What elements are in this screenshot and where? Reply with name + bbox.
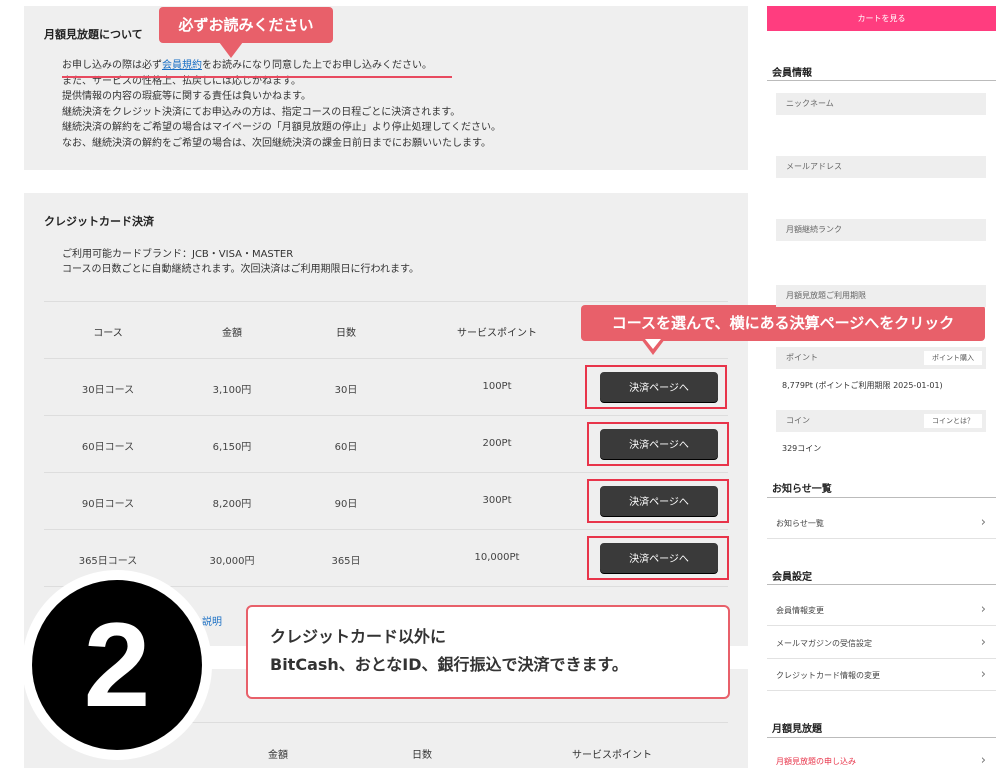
row-points: 200Pt	[482, 438, 512, 449]
chevron-right-icon: ›	[980, 753, 986, 768]
edit-member-label: 会員情報変更	[776, 606, 824, 615]
row-price: 3,100円	[212, 385, 252, 396]
divider	[767, 690, 996, 691]
unlimited-apply-label: 月額見放題の申し込み	[776, 757, 856, 766]
card-brands: ご利用可能カードブランド：JCB・VISA・MASTER	[62, 249, 294, 260]
divider	[767, 538, 996, 539]
notice-line: なお、継続決済の解約をご希望の場合は、次回継続決済の課金日前日までにお願いいたし…	[62, 137, 491, 149]
point-row: ポイント ポイント購入	[776, 347, 986, 369]
callout-arrow-inner	[645, 339, 661, 349]
coin-row: コイン コインとは？	[776, 410, 986, 432]
renew-note: コースの日数ごとに自動継続されます。次回決済はご利用期限日に行われます。	[62, 264, 419, 275]
email-field: メールアドレス	[776, 156, 986, 178]
coin-info-button[interactable]: コインとは？	[924, 414, 982, 428]
row-course: 90日コース	[81, 499, 135, 510]
divider	[767, 737, 996, 738]
row-price: 30,000円	[209, 556, 255, 567]
credit-title: クレジットカード決済	[44, 215, 154, 228]
settings-heading: 会員設定	[772, 572, 812, 583]
row-course: 60日コース	[81, 442, 135, 453]
chevron-right-icon: ›	[980, 667, 986, 682]
table-divider	[44, 415, 728, 416]
notice-line: 継続決済をクレジット決済にてお申込みの方は、指定コースの日程ごとに決済されます。	[62, 106, 461, 118]
notice-line: 継続決済の解約をご希望の場合はマイページの「月額見放題の停止」より停止処理してく…	[62, 122, 501, 133]
page: 月額見放題について お申し込みの際は必ず会員規約をお読みになり同意した上でお申し…	[0, 0, 1000, 768]
row-points: 10,000Pt	[474, 552, 520, 563]
col-points: サービスポイント	[572, 750, 652, 761]
notice-line1-post: をお読みになり同意した上でお申し込みください。	[202, 60, 432, 71]
chevron-right-icon: ›	[980, 602, 986, 617]
edit-member-link[interactable]: 会員情報変更 ›	[776, 602, 986, 617]
point-value: 8,779Pt (ポイントご利用期限 2025-01-01)	[782, 381, 943, 390]
col-course: コース	[93, 328, 123, 339]
divider	[767, 497, 996, 498]
notice-title: 月額見放題について	[44, 28, 143, 41]
terms-link[interactable]: 会員規約	[162, 60, 202, 71]
newsletter-label: メールマガジンの受信設定	[776, 639, 872, 648]
divider	[767, 658, 996, 659]
row-days: 60日	[334, 442, 358, 453]
unlimited-apply-link[interactable]: 月額見放題の申し込み ›	[776, 753, 986, 768]
explain-link[interactable]: 説明	[202, 613, 222, 628]
table-divider	[44, 301, 728, 302]
row-days: 365日	[331, 556, 361, 567]
credit-card-link[interactable]: クレジットカード情報の変更 ›	[776, 667, 986, 682]
read-callout: 必ずお読みください	[159, 7, 333, 43]
row-course: 365日コース	[78, 556, 138, 567]
nickname-field: ニックネーム	[776, 93, 986, 115]
news-heading: お知らせ一覧	[772, 484, 832, 495]
news-list-label: お知らせ一覧	[776, 519, 824, 528]
pay-button-60[interactable]: 決済ページへ	[600, 429, 718, 459]
coin-label: コイン	[786, 416, 810, 425]
highlight-underline	[62, 76, 452, 78]
notice-panel: 月額見放題について お申し込みの際は必ず会員規約をお読みになり同意した上でお申し…	[24, 6, 748, 170]
newsletter-link[interactable]: メールマガジンの受信設定 ›	[776, 635, 986, 650]
col-price: 金額	[222, 328, 242, 339]
period-field: 月額見放題ご利用期限	[776, 285, 986, 307]
news-list-link[interactable]: お知らせ一覧 ›	[776, 515, 986, 530]
table-divider	[44, 529, 728, 530]
col-price: 金額	[268, 750, 288, 761]
row-days: 90日	[334, 499, 358, 510]
notice-text: お申し込みの際は必ず会員規約をお読みになり同意した上でお申し込みください。 また…	[62, 58, 501, 151]
chevron-right-icon: ›	[980, 515, 986, 530]
divider	[767, 625, 996, 626]
buy-points-button[interactable]: ポイント購入	[924, 351, 982, 365]
pay-button-365[interactable]: 決済ページへ	[600, 543, 718, 573]
pay-button-90[interactable]: 決済ページへ	[600, 486, 718, 516]
row-days: 30日	[334, 385, 358, 396]
row-price: 6,150円	[212, 442, 252, 453]
notice-line: 提供情報の内容の瑕疵等に関する責任は負いかねます。	[62, 91, 311, 102]
row-price: 8,200円	[212, 499, 252, 510]
row-points: 100Pt	[482, 381, 512, 392]
divider	[767, 584, 996, 585]
rank-field: 月額継続ランク	[776, 219, 986, 241]
point-label: ポイント	[786, 353, 818, 362]
table-divider	[44, 358, 728, 359]
info-line1: クレジットカード以外に	[270, 627, 447, 646]
row-course: 30日コース	[81, 385, 135, 396]
step-badge: 2	[32, 580, 202, 750]
select-course-callout: コースを選んで、横にある決算ページへをクリック	[581, 305, 985, 341]
row-points: 300Pt	[482, 495, 512, 506]
member-info-heading: 会員情報	[772, 68, 812, 79]
info-line2: BitCash、おとなID、銀行振込で決済できます。	[270, 655, 628, 674]
coin-value: 329コイン	[782, 444, 822, 453]
unlimited-heading: 月額見放題	[772, 724, 822, 735]
col-days: 日数	[412, 750, 432, 761]
divider	[767, 80, 996, 81]
pay-button-30[interactable]: 決済ページへ	[600, 372, 718, 402]
table-divider	[44, 472, 728, 473]
col-days: 日数	[336, 328, 356, 339]
chevron-right-icon: ›	[980, 635, 986, 650]
other-payments-info: クレジットカード以外に BitCash、おとなID、銀行振込で決済できます。	[246, 605, 730, 699]
notice-line: お申し込みの際は必ず会員規約をお読みになり同意した上でお申し込みください。	[62, 58, 501, 74]
callout-arrow-fill	[223, 42, 239, 52]
cart-button[interactable]: カートを見る	[767, 6, 996, 31]
credit-card-label: クレジットカード情報の変更	[776, 671, 880, 680]
credit-info: ご利用可能カードブランド：JCB・VISA・MASTER コースの日数ごとに自動…	[62, 247, 419, 277]
notice-line1-pre: お申し込みの際は必ず	[62, 60, 162, 71]
col-points: サービスポイント	[457, 328, 537, 339]
